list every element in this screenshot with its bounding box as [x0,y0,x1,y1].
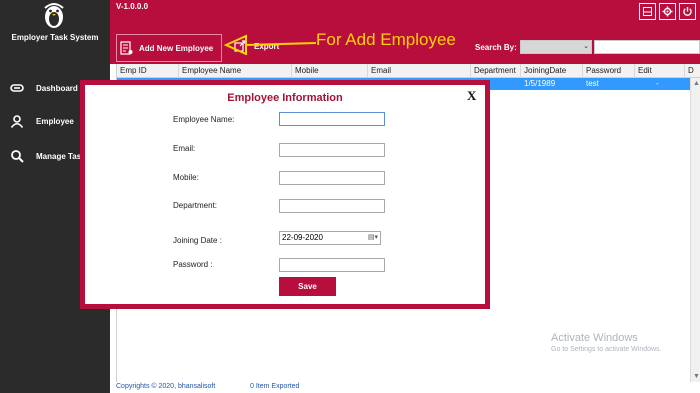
activate-windows-watermark: Activate Windows Go to Settings to activ… [551,332,662,353]
department-label: Department: [173,201,218,210]
search-by-select[interactable]: ⌄ [520,40,592,54]
mobile-field[interactable] [279,171,385,185]
joining-date-label: Joining Date : [173,236,222,245]
employee-name-label: Employee Name: [173,115,235,124]
search-by-label: Search By: [475,43,517,52]
mobile-label: Mobile: [173,173,199,182]
app-title: Employer Task System [11,33,99,42]
calendar-dropdown-icon[interactable]: ▤▾ [368,232,378,244]
close-icon[interactable]: X [467,88,476,104]
annotation-text: For Add Employee [316,30,456,49]
column-header[interactable]: Edit [635,64,685,78]
column-header[interactable]: JoiningDate [521,64,583,78]
grid-header: Emp ID Employee Name Mobile Email Depart… [117,64,700,78]
department-field[interactable] [279,199,385,213]
top-bar: V-1.0.0.0 [110,0,700,30]
column-header[interactable]: Employee Name [179,64,292,78]
watermark-title: Activate Windows [551,332,638,344]
search-input[interactable] [594,40,700,54]
sidebar-item-label: Manage Task [36,151,86,161]
user-icon [10,114,24,128]
save-button[interactable]: Save [279,277,336,296]
version-label: V-1.0.0.0 [116,2,149,11]
dialog-title: Employee Information [227,92,343,104]
password-field[interactable] [279,258,385,272]
email-field[interactable] [279,143,385,157]
scroll-down-icon[interactable]: ▼ [693,373,700,380]
window-icon[interactable] [639,3,656,20]
edit-cell[interactable]: - [653,78,673,90]
power-icon[interactable] [679,3,696,20]
copyright-text: Copyrights © 2020, bhansalisoft [116,383,216,390]
exported-count: 0 Item Exported [250,383,300,390]
watermark-subtitle: Go to Settings to activate Windows. [551,346,662,353]
joining-date-value: 22-09-2020 [282,233,323,242]
column-header[interactable]: Password [583,64,635,78]
penguin-logo-icon [38,2,70,30]
column-header[interactable]: Emp ID [117,64,179,78]
sidebar-item-label: Dashboard [36,83,78,93]
vertical-scrollbar[interactable]: ▲ ▼ [690,78,700,382]
sidebar-item-label: Employee [36,116,74,126]
add-employee-button[interactable]: Add New Employee [116,34,222,62]
email-label: Email: [173,144,196,153]
password-label: Password : [173,260,213,269]
column-header[interactable]: D [685,64,700,78]
link-icon [10,81,24,95]
status-footer: Copyrights © 2020, bhansalisoft 0 Item E… [110,382,700,393]
dialog-body: Employee Information X Employee Name: Em… [85,85,485,304]
document-icon [120,41,133,55]
search-icon [10,149,24,163]
chevron-down-icon: ⌄ [583,43,589,50]
joining-date-picker[interactable]: 22-09-2020 ▤▾ [279,231,381,245]
toolbar: Add New Employee Export For Add Employee… [110,30,700,64]
joining-date-cell: 1/5/1989 [524,79,556,88]
password-cell: test [586,79,599,88]
column-header[interactable]: Email [368,64,471,78]
column-header[interactable]: Department [471,64,521,78]
gear-icon[interactable] [659,3,676,20]
annotation-arrow-icon [223,34,317,55]
column-header[interactable]: Mobile [292,64,368,78]
scroll-up-icon[interactable]: ▲ [693,80,700,87]
add-employee-label: Add New Employee [139,43,214,53]
employee-info-dialog: Employee Information X Employee Name: Em… [80,80,490,309]
employee-name-field[interactable] [279,112,385,126]
